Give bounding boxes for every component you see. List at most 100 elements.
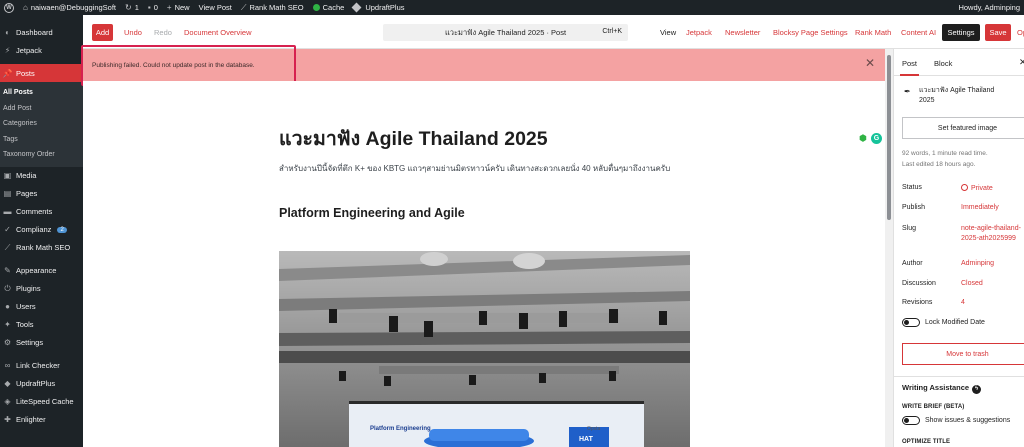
menu-rank-math[interactable]: ⟋ Rank Math SEO (0, 239, 83, 257)
save-button[interactable]: Save (985, 24, 1011, 41)
rank-math-icon: ⟋ (240, 2, 247, 12)
rank-math-label: Rank Math SEO (249, 3, 304, 12)
howdy-text: Howdy, Adminping (958, 3, 1020, 12)
settings-icon: ⚙ (3, 338, 12, 347)
command-shortcut: Ctrl+K (602, 28, 622, 35)
wordpress-icon: W (4, 2, 14, 13)
menu-users-label: Users (16, 302, 36, 311)
menu-jetpack[interactable]: ⚡ Jetpack (0, 41, 83, 59)
author-value[interactable]: Adminping (961, 259, 994, 269)
more-options-icon[interactable]: ⋮ (1020, 85, 1024, 96)
menu-link-checker[interactable]: ∞ Link Checker (0, 357, 83, 375)
post-heading[interactable]: Platform Engineering and Agile (279, 206, 465, 220)
submenu-all-posts[interactable]: All Posts (0, 85, 83, 101)
submenu-categories[interactable]: Categories (0, 116, 83, 132)
wp-logo-menu[interactable]: W (4, 2, 14, 13)
menu-litespeed[interactable]: ◈ LiteSpeed Cache (0, 393, 83, 411)
view-button[interactable]: View (660, 28, 676, 37)
comments-menu[interactable]: ▪ 0 (148, 3, 158, 12)
menu-pages[interactable]: ▤ Pages (0, 185, 83, 203)
comment-icon: ▪ (147, 3, 151, 12)
menu-updraftplus[interactable]: ◆ UpdraftPlus (0, 375, 83, 393)
location-pin-icon[interactable]: ⬢ (858, 133, 868, 143)
view-post-link[interactable]: View Post (199, 3, 232, 12)
dashboard-icon: ◐ (5, 27, 10, 37)
menu-tools[interactable]: ✦ Tools (0, 316, 83, 334)
updraft-menu[interactable]: UpdraftPlus (351, 2, 405, 13)
menu-users[interactable]: ● Users (0, 298, 83, 316)
document-overview-button[interactable]: Document Overview (184, 28, 252, 37)
menu-plugins[interactable]: ⏻ Plugins (0, 280, 83, 298)
grammarly-icon[interactable]: G (871, 133, 882, 144)
cache-icon (312, 4, 320, 11)
menu-posts[interactable]: 📌 Posts (0, 64, 83, 82)
publish-value[interactable]: Immediately (961, 203, 999, 213)
submenu-add-post[interactable]: Add Post (0, 101, 83, 117)
menu-settings-label: Settings (16, 338, 44, 347)
tools-icon: ✦ (4, 320, 11, 329)
conference-photo (279, 251, 690, 447)
new-content-menu[interactable]: + New (167, 3, 190, 12)
litespeed-icon: ◈ (4, 397, 11, 406)
rank-math-menu[interactable]: ⟋ Rank Math SEO (241, 3, 304, 13)
account-menu[interactable]: Howdy, Adminping (958, 3, 1020, 12)
discussion-value[interactable]: Closed (961, 279, 983, 289)
menu-media[interactable]: ▣ Media (0, 167, 83, 185)
close-sidebar-icon[interactable]: ✕ (1019, 57, 1024, 68)
site-name-menu[interactable]: ⌂ naiwaen@DebuggingSoft (23, 3, 116, 12)
command-bar[interactable]: แวะมาฟัง Agile Thailand 2025 · Post Ctrl… (383, 24, 628, 41)
tab-block[interactable]: Block (934, 59, 952, 68)
updates-menu[interactable]: ↻ 1 (125, 3, 139, 12)
publish-label: Publish (902, 204, 925, 211)
menu-appearance[interactable]: ✎ Appearance (0, 262, 83, 280)
menu-settings[interactable]: ⚙ Settings (0, 334, 83, 352)
settings-button[interactable]: Settings (942, 24, 980, 41)
last-edited-meta: Last edited 18 hours ago. (902, 161, 976, 168)
jetpack-button[interactable]: Jetpack (686, 28, 712, 37)
rank-math-button[interactable]: Rank Math (855, 28, 891, 37)
lock-modified-toggle[interactable] (902, 318, 920, 327)
newsletter-button[interactable]: Newsletter (725, 28, 760, 37)
menu-complianz[interactable]: ✓ Complianz 2 (0, 221, 83, 239)
tab-post[interactable]: Post (899, 59, 920, 76)
menu-plugins-label: Plugins (16, 284, 41, 293)
menu-dashboard[interactable]: ◐ Dashboard (0, 23, 83, 41)
post-paragraph[interactable]: สำหรับงานปีนี้จัดที่ตึก K+ ของ KBTG แถวๆ… (279, 162, 699, 176)
menu-enlighter[interactable]: ✚ Enlighter (0, 411, 83, 429)
close-icon[interactable]: ✕ (865, 56, 875, 70)
write-brief-label: WRITE BRIEF (BETA) (902, 404, 965, 410)
site-name: naiwaen@DebuggingSoft (30, 3, 117, 12)
editor-canvas[interactable]: แวะมาฟัง Agile Thailand 2025 ⬢ G สำหรับง… (83, 81, 885, 447)
post-image[interactable]: Platform Engineering Opsta HAT (279, 251, 690, 447)
lightning-icon: ϟ (972, 385, 982, 394)
users-icon: ● (5, 302, 10, 311)
options-button[interactable]: Op (1017, 28, 1024, 37)
menu-comments[interactable]: ▬ Comments (0, 203, 83, 221)
show-issues-toggle[interactable] (902, 416, 920, 425)
submenu-tags[interactable]: Tags (0, 132, 83, 148)
add-block-button[interactable]: Add (92, 24, 113, 41)
menu-posts-label: Posts (16, 68, 35, 78)
move-to-trash-button[interactable]: Move to trash (902, 343, 1024, 365)
slug-value[interactable]: note-agile-thailand-2025-ath2025999 (961, 224, 1021, 244)
revisions-label: Revisions (902, 299, 933, 306)
redo-button[interactable]: Redo (154, 28, 172, 37)
blocksy-settings-button[interactable]: Blocksy Page Settings (773, 28, 848, 37)
slug-label: Slug (902, 225, 917, 232)
content-ai-button[interactable]: Content AI (901, 28, 936, 37)
undo-button[interactable]: Undo (124, 28, 142, 37)
comments-icon: ▬ (3, 207, 12, 216)
set-featured-image-button[interactable]: Set featured image (902, 117, 1024, 139)
submenu-taxonomy-order[interactable]: Taxonomy Order (0, 147, 83, 163)
status-value[interactable]: Private (961, 183, 993, 194)
cache-menu[interactable]: Cache (312, 3, 344, 12)
new-label: New (174, 3, 190, 12)
post-title[interactable]: แวะมาฟัง Agile Thailand 2025 (279, 123, 548, 154)
writing-assistance-panel-toggle[interactable]: Writing Assistance ϟ (902, 383, 982, 394)
word-count-meta: 92 words, 1 minute read time. (902, 150, 988, 157)
show-issues-label: Show issues & suggestions (925, 417, 1011, 424)
canvas-scrollbar-thumb[interactable] (887, 55, 891, 220)
revisions-value[interactable]: 4 (961, 298, 965, 308)
canvas-scrollbar[interactable] (885, 49, 893, 447)
media-icon: ▣ (3, 171, 12, 180)
